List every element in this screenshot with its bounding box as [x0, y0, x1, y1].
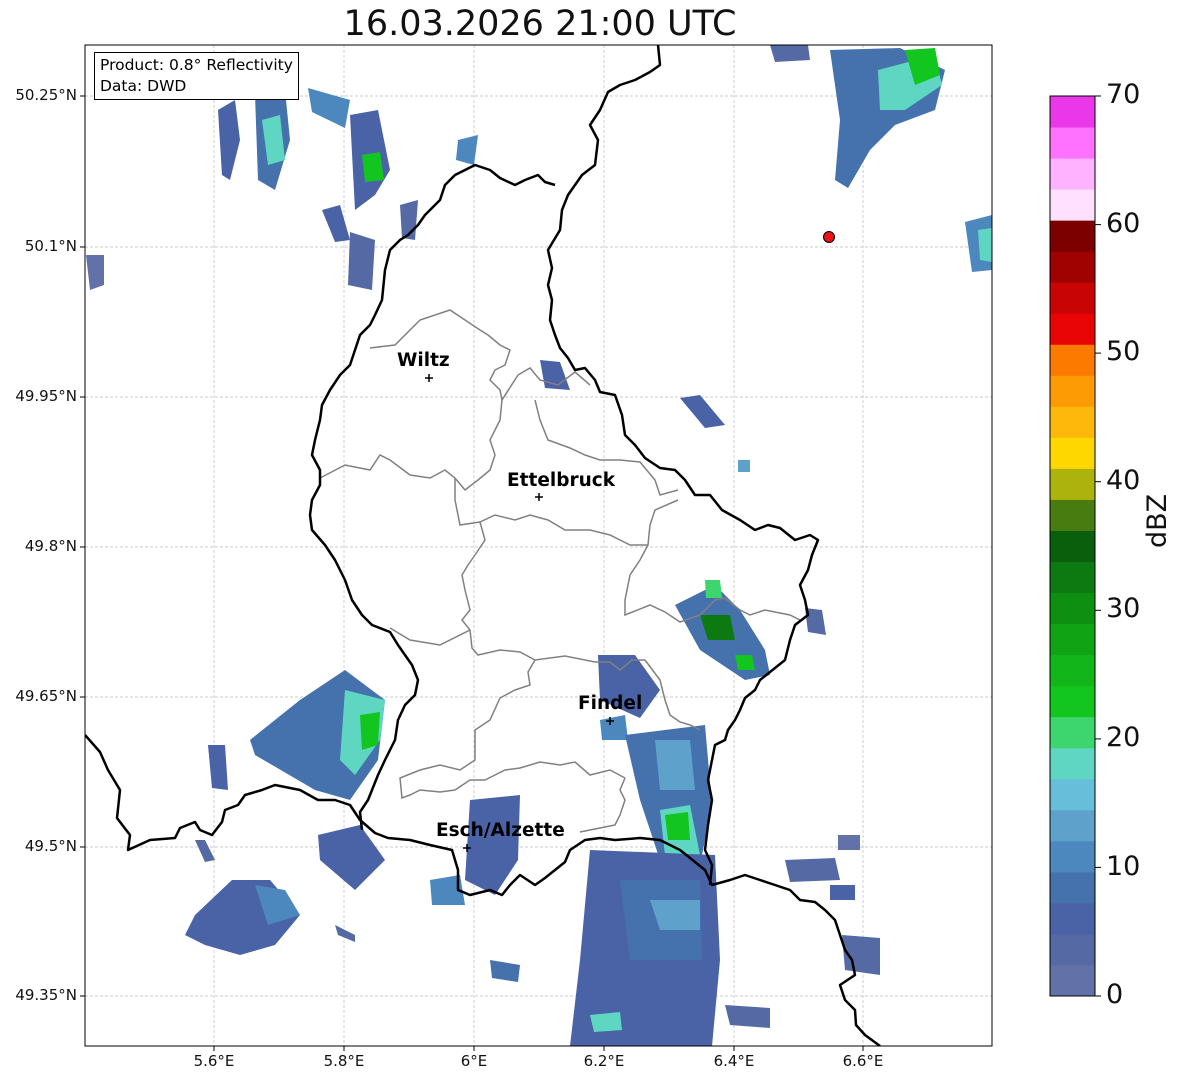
product-label: Product: 0.8° Reflectivity [100, 56, 293, 74]
lat-label: 49.8°N [24, 537, 77, 555]
colorbar-segment [1050, 561, 1095, 594]
lon-label: 6.4°E [713, 1052, 755, 1070]
colorbar-segment [1050, 468, 1095, 500]
echo-cell [838, 835, 860, 850]
echo-cell [725, 1005, 770, 1028]
colorbar-tick-label: 0 [1106, 979, 1124, 1010]
lat-label: 49.35°N [15, 986, 77, 1004]
product-info-box: Product: 0.8° Reflectivity Data: DWD [94, 52, 299, 100]
colorbar-segment [1050, 902, 1095, 935]
colorbar-segment [1050, 96, 1095, 128]
city-label-ettelbruck: Ettelbruck [507, 470, 616, 491]
colorbar-segment [1050, 220, 1095, 252]
echo-cell [348, 232, 375, 290]
lat-label: 49.65°N [15, 687, 77, 705]
colorbar-label: dBZ [1142, 493, 1173, 548]
lon-label: 5.6°E [193, 1052, 235, 1070]
colorbar-tick-label: 20 [1106, 722, 1141, 753]
colorbar-segment [1050, 158, 1095, 190]
data-source-label: Data: DWD [100, 77, 187, 95]
echo-cell [360, 712, 380, 750]
colorbar-tick-label: 60 [1106, 208, 1141, 239]
radar-map [80, 44, 1101, 1051]
colorbar-segment [1050, 127, 1095, 159]
colorbar-segment [1050, 964, 1095, 997]
echo-cell [770, 45, 810, 62]
city-label-esch: Esch/Alzette [436, 820, 565, 841]
colorbar-segment [1050, 189, 1095, 221]
echo-cell [705, 580, 722, 598]
lon-label: 6.6°E [842, 1052, 884, 1070]
radar-site-marker [823, 231, 835, 243]
lat-label: 50.25°N [15, 86, 77, 104]
lat-label: 49.95°N [15, 387, 77, 405]
echo-cell [655, 740, 695, 790]
colorbar-segment [1050, 437, 1095, 469]
colorbar-segment [1050, 778, 1095, 811]
colorbar-tick-label: 50 [1106, 336, 1141, 367]
colorbar-segment [1050, 840, 1095, 873]
colorbar-segment [1050, 685, 1095, 718]
colorbar-tick-label: 10 [1106, 851, 1141, 882]
colorbar-tick-label: 40 [1106, 465, 1141, 496]
colorbar-segment [1050, 809, 1095, 842]
lon-label: 6.2°E [583, 1052, 625, 1070]
lon-label: 5.8°E [323, 1052, 365, 1070]
colorbar-ticks [1095, 95, 1101, 997]
colorbar-segment [1050, 654, 1095, 687]
echo-cell [590, 1012, 622, 1032]
colorbar-segment [1050, 530, 1095, 563]
lon-label: 6°E [460, 1052, 488, 1070]
colorbar-segment [1050, 623, 1095, 656]
colorbar-tick-label: 70 [1106, 79, 1141, 110]
echo-cell [830, 885, 855, 900]
colorbar-segment [1050, 375, 1095, 407]
echo-cell [978, 228, 992, 262]
city-label-wiltz: Wiltz [397, 350, 450, 371]
colorbar-segment [1050, 747, 1095, 780]
colorbar-segment [1050, 344, 1095, 376]
colorbar-segment [1050, 933, 1095, 966]
echo-cell [785, 858, 840, 882]
colorbar-segment [1050, 282, 1095, 314]
lat-label: 49.5°N [24, 837, 77, 855]
colorbar-segment [1050, 592, 1095, 625]
lat-label: 50.1°N [24, 237, 77, 255]
echo-cell [735, 655, 755, 670]
colorbar-segment [1050, 313, 1095, 345]
colorbar-tick-label: 30 [1106, 593, 1141, 624]
colorbar [1050, 96, 1095, 997]
echo-cell [665, 812, 690, 840]
city-label-findel: Findel [578, 693, 643, 714]
colorbar-segment [1050, 871, 1095, 904]
colorbar-segment [1050, 251, 1095, 283]
echo-cell [738, 460, 750, 472]
colorbar-segment [1050, 406, 1095, 438]
colorbar-segment [1050, 716, 1095, 749]
colorbar-segment [1050, 499, 1095, 531]
